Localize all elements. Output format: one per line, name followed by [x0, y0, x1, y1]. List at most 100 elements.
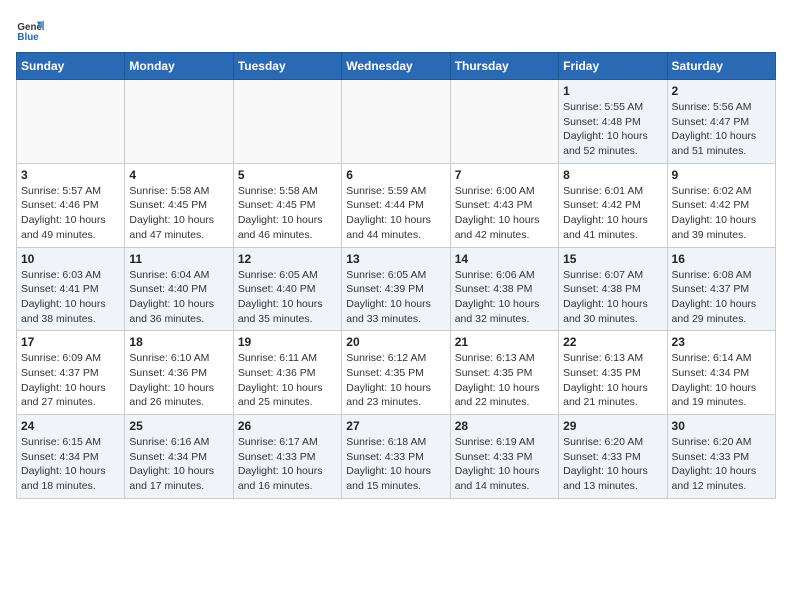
day-number: 17 — [21, 335, 120, 349]
calendar-week-1: 1 Sunrise: 5:55 AM Sunset: 4:48 PM Daylig… — [17, 80, 776, 164]
calendar-day-18: 18 Sunrise: 6:10 AM Sunset: 4:36 PM Dayli… — [125, 331, 233, 415]
day-number: 21 — [455, 335, 554, 349]
calendar-day-3: 3 Sunrise: 5:57 AM Sunset: 4:46 PM Daylig… — [17, 163, 125, 247]
calendar-day-28: 28 Sunrise: 6:19 AM Sunset: 4:33 PM Dayli… — [450, 415, 558, 499]
calendar-day-30: 30 Sunrise: 6:20 AM Sunset: 4:33 PM Dayli… — [667, 415, 775, 499]
day-info: Sunrise: 5:59 AM Sunset: 4:44 PM Dayligh… — [346, 184, 445, 243]
calendar-day-11: 11 Sunrise: 6:04 AM Sunset: 4:40 PM Dayli… — [125, 247, 233, 331]
logo-icon: General Blue — [16, 16, 44, 44]
day-number: 26 — [238, 419, 337, 433]
day-number: 24 — [21, 419, 120, 433]
day-number: 6 — [346, 168, 445, 182]
calendar-day-14: 14 Sunrise: 6:06 AM Sunset: 4:38 PM Dayli… — [450, 247, 558, 331]
day-info: Sunrise: 5:56 AM Sunset: 4:47 PM Dayligh… — [672, 100, 771, 159]
day-number: 29 — [563, 419, 662, 433]
calendar-day-24: 24 Sunrise: 6:15 AM Sunset: 4:34 PM Dayli… — [17, 415, 125, 499]
day-info: Sunrise: 5:57 AM Sunset: 4:46 PM Dayligh… — [21, 184, 120, 243]
calendar-day-7: 7 Sunrise: 6:00 AM Sunset: 4:43 PM Daylig… — [450, 163, 558, 247]
calendar-day-empty — [342, 80, 450, 164]
calendar-week-4: 17 Sunrise: 6:09 AM Sunset: 4:37 PM Dayli… — [17, 331, 776, 415]
day-info: Sunrise: 6:09 AM Sunset: 4:37 PM Dayligh… — [21, 351, 120, 410]
day-info: Sunrise: 6:20 AM Sunset: 4:33 PM Dayligh… — [672, 435, 771, 494]
calendar-day-23: 23 Sunrise: 6:14 AM Sunset: 4:34 PM Dayli… — [667, 331, 775, 415]
day-info: Sunrise: 6:08 AM Sunset: 4:37 PM Dayligh… — [672, 268, 771, 327]
day-info: Sunrise: 5:58 AM Sunset: 4:45 PM Dayligh… — [129, 184, 228, 243]
calendar-day-17: 17 Sunrise: 6:09 AM Sunset: 4:37 PM Dayli… — [17, 331, 125, 415]
day-number: 9 — [672, 168, 771, 182]
calendar-day-empty — [233, 80, 341, 164]
calendar-day-29: 29 Sunrise: 6:20 AM Sunset: 4:33 PM Dayli… — [559, 415, 667, 499]
day-number: 1 — [563, 84, 662, 98]
day-info: Sunrise: 5:55 AM Sunset: 4:48 PM Dayligh… — [563, 100, 662, 159]
calendar-day-4: 4 Sunrise: 5:58 AM Sunset: 4:45 PM Daylig… — [125, 163, 233, 247]
day-info: Sunrise: 6:01 AM Sunset: 4:42 PM Dayligh… — [563, 184, 662, 243]
day-number: 30 — [672, 419, 771, 433]
day-info: Sunrise: 6:05 AM Sunset: 4:40 PM Dayligh… — [238, 268, 337, 327]
calendar-day-2: 2 Sunrise: 5:56 AM Sunset: 4:47 PM Daylig… — [667, 80, 775, 164]
header: General Blue — [16, 16, 776, 44]
weekday-header-wednesday: Wednesday — [342, 53, 450, 80]
calendar-week-5: 24 Sunrise: 6:15 AM Sunset: 4:34 PM Dayli… — [17, 415, 776, 499]
calendar-day-20: 20Sunrise: 6:12 AM Sunset: 4:35 PM Dayli… — [342, 331, 450, 415]
calendar-day-16: 16Sunrise: 6:08 AM Sunset: 4:37 PM Dayli… — [667, 247, 775, 331]
weekday-header-tuesday: Tuesday — [233, 53, 341, 80]
day-number: 28 — [455, 419, 554, 433]
day-info: Sunrise: 6:00 AM Sunset: 4:43 PM Dayligh… — [455, 184, 554, 243]
day-info: Sunrise: 6:16 AM Sunset: 4:34 PM Dayligh… — [129, 435, 228, 494]
calendar-table: SundayMondayTuesdayWednesdayThursdayFrid… — [16, 52, 776, 499]
day-info: Sunrise: 6:02 AM Sunset: 4:42 PM Dayligh… — [672, 184, 771, 243]
day-number: 5 — [238, 168, 337, 182]
day-info: Sunrise: 6:14 AM Sunset: 4:34 PM Dayligh… — [672, 351, 771, 410]
day-info: Sunrise: 6:12 AM Sunset: 4:35 PM Dayligh… — [346, 351, 445, 410]
day-info: Sunrise: 6:07 AM Sunset: 4:38 PM Dayligh… — [563, 268, 662, 327]
day-number: 23 — [672, 335, 771, 349]
day-info: Sunrise: 6:15 AM Sunset: 4:34 PM Dayligh… — [21, 435, 120, 494]
day-number: 25 — [129, 419, 228, 433]
calendar-week-3: 10Sunrise: 6:03 AM Sunset: 4:41 PM Dayli… — [17, 247, 776, 331]
day-info: Sunrise: 6:20 AM Sunset: 4:33 PM Dayligh… — [563, 435, 662, 494]
calendar-day-5: 5Sunrise: 5:58 AM Sunset: 4:45 PM Daylig… — [233, 163, 341, 247]
calendar-day-1: 1 Sunrise: 5:55 AM Sunset: 4:48 PM Daylig… — [559, 80, 667, 164]
day-info: Sunrise: 6:10 AM Sunset: 4:36 PM Dayligh… — [129, 351, 228, 410]
day-info: Sunrise: 6:17 AM Sunset: 4:33 PM Dayligh… — [238, 435, 337, 494]
logo: General Blue — [16, 16, 44, 44]
calendar-day-empty — [125, 80, 233, 164]
weekday-header-saturday: Saturday — [667, 53, 775, 80]
day-number: 2 — [672, 84, 771, 98]
calendar-day-22: 22Sunrise: 6:13 AM Sunset: 4:35 PM Dayli… — [559, 331, 667, 415]
day-info: Sunrise: 6:13 AM Sunset: 4:35 PM Dayligh… — [455, 351, 554, 410]
weekday-header-friday: Friday — [559, 53, 667, 80]
day-number: 12 — [238, 252, 337, 266]
day-number: 11 — [129, 252, 228, 266]
weekday-header-sunday: Sunday — [17, 53, 125, 80]
day-info: Sunrise: 6:06 AM Sunset: 4:38 PM Dayligh… — [455, 268, 554, 327]
day-number: 7 — [455, 168, 554, 182]
calendar-day-empty — [17, 80, 125, 164]
weekday-header-thursday: Thursday — [450, 53, 558, 80]
day-number: 19 — [238, 335, 337, 349]
day-info: Sunrise: 6:04 AM Sunset: 4:40 PM Dayligh… — [129, 268, 228, 327]
calendar-day-10: 10Sunrise: 6:03 AM Sunset: 4:41 PM Dayli… — [17, 247, 125, 331]
day-number: 22 — [563, 335, 662, 349]
weekday-header-row: SundayMondayTuesdayWednesdayThursdayFrid… — [17, 53, 776, 80]
calendar-day-19: 19 Sunrise: 6:11 AM Sunset: 4:36 PM Dayli… — [233, 331, 341, 415]
day-number: 3 — [21, 168, 120, 182]
calendar-day-27: 27 Sunrise: 6:18 AM Sunset: 4:33 PM Dayli… — [342, 415, 450, 499]
day-number: 18 — [129, 335, 228, 349]
day-info: Sunrise: 6:05 AM Sunset: 4:39 PM Dayligh… — [346, 268, 445, 327]
day-number: 8 — [563, 168, 662, 182]
calendar-day-25: 25 Sunrise: 6:16 AM Sunset: 4:34 PM Dayli… — [125, 415, 233, 499]
day-info: Sunrise: 6:18 AM Sunset: 4:33 PM Dayligh… — [346, 435, 445, 494]
day-number: 27 — [346, 419, 445, 433]
day-number: 14 — [455, 252, 554, 266]
calendar-day-26: 26 Sunrise: 6:17 AM Sunset: 4:33 PM Dayli… — [233, 415, 341, 499]
calendar-day-empty — [450, 80, 558, 164]
day-info: Sunrise: 6:11 AM Sunset: 4:36 PM Dayligh… — [238, 351, 337, 410]
calendar-day-9: 9 Sunrise: 6:02 AM Sunset: 4:42 PM Daylig… — [667, 163, 775, 247]
calendar-day-13: 13 Sunrise: 6:05 AM Sunset: 4:39 PM Dayli… — [342, 247, 450, 331]
day-info: Sunrise: 6:19 AM Sunset: 4:33 PM Dayligh… — [455, 435, 554, 494]
calendar-day-6: 6 Sunrise: 5:59 AM Sunset: 4:44 PM Daylig… — [342, 163, 450, 247]
weekday-header-monday: Monday — [125, 53, 233, 80]
day-number: 4 — [129, 168, 228, 182]
day-number: 13 — [346, 252, 445, 266]
